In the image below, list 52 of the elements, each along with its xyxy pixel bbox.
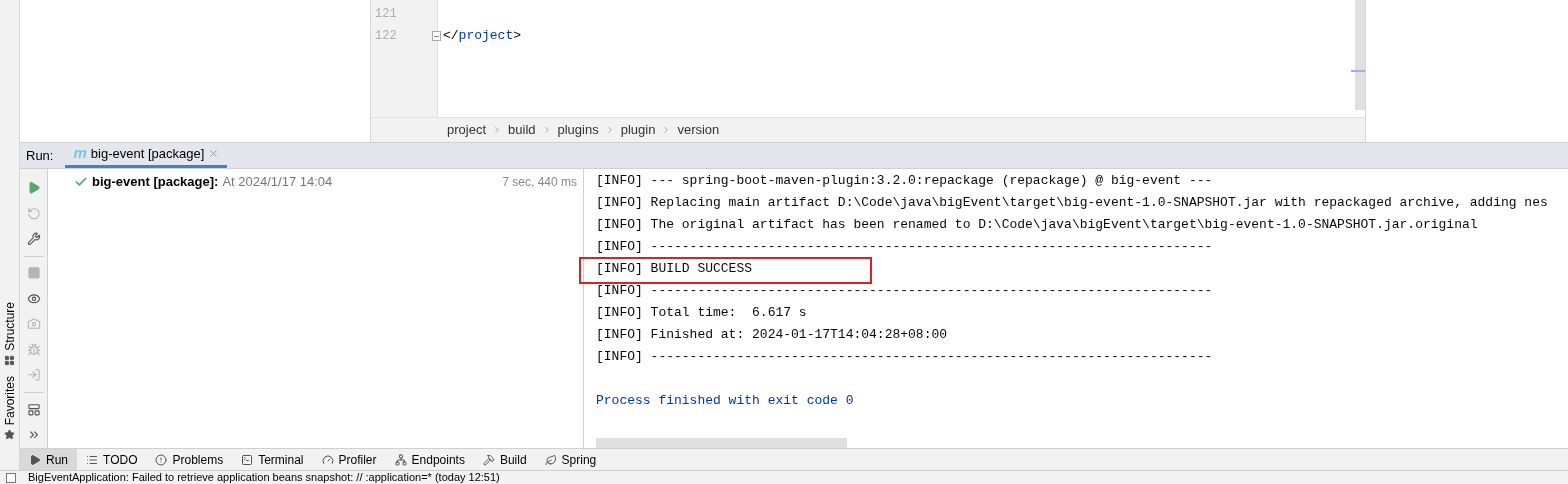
tool-window-button[interactable]: Build [473, 448, 536, 471]
layout-icon[interactable] [26, 402, 41, 417]
console-line: [INFO] BUILD SUCCESS [596, 260, 753, 279]
console-line: [INFO] ------------------------------------------------------------------------ [596, 282, 1213, 301]
breadcrumb[interactable]: build [508, 120, 536, 140]
run-duration: 7 sec, 440 ms [502, 174, 577, 191]
breadcrumb[interactable]: project [447, 120, 487, 140]
hammer-icon [482, 453, 495, 466]
play-icon [29, 453, 41, 466]
breadcrumb[interactable]: plugin [620, 120, 656, 140]
console-line: [INFO] Finished at: 2024-01-17T14:04:28+08:00 [596, 326, 948, 345]
run-timestamp: At 2024/1/17 14:04 [222, 173, 333, 192]
console-line: [INFO] Total time: 6.617 s [596, 304, 807, 323]
gauge-icon [321, 453, 334, 466]
structure-icon [4, 354, 15, 366]
wrench-icon[interactable] [26, 232, 41, 246]
breadcrumb[interactable]: plugins [557, 120, 599, 140]
console-line: [INFO] Replacing main artifact D:\Code\java\bigEvent\target\big-event-1.0-SNAPSHOT.jar with repackaged archive, adding nes [596, 194, 1548, 213]
side-tool-tab[interactable]: Favorites [2, 375, 17, 425]
tool-window-button[interactable]: Spring [535, 448, 606, 471]
console-line: [INFO] ------------------------------------------------------------------------ [596, 348, 1213, 367]
terminal-icon [241, 453, 254, 466]
list-icon [86, 453, 98, 466]
side-tool-tab[interactable]: Structure [2, 301, 17, 351]
alert-icon [155, 453, 168, 466]
tool-window-button[interactable]: Problems [146, 448, 233, 471]
console-line: [INFO] ------------------------------------------------------------------------ [596, 238, 1213, 257]
console-line: [INFO] --- spring-boot-maven-plugin:3.2.0:repackage (repackage) @ big-event --- [596, 172, 1213, 191]
breadcrumb[interactable]: version [677, 120, 720, 140]
tool-window-button[interactable]: TODO [77, 448, 147, 471]
network-icon [394, 453, 407, 466]
status-message: BigEventApplication: Failed to retrieve application beans snapshot: // :application=* (today 12:51) [28, 471, 500, 484]
tool-window-button[interactable]: Run [20, 448, 77, 471]
tool-window-button[interactable]: Profiler [312, 448, 386, 471]
error-stripe-mark [1351, 70, 1365, 72]
console-line: [INFO] The original artifact has been renamed to D:\Code\java\bigEvent\target\big-event-1.0-SNAPSHOT.jar.original [596, 216, 1478, 235]
code-line: </project> [443, 27, 522, 46]
eye-icon[interactable] [26, 291, 41, 306]
fold-icon[interactable] [432, 31, 441, 41]
line-number: 122 [375, 28, 397, 45]
checkbox-icon [6, 472, 16, 483]
run-label: Run: [26, 146, 54, 165]
run-tree-item[interactable]: big-event [package]: [92, 172, 219, 192]
leaf-icon [544, 453, 557, 466]
close-icon[interactable] [208, 148, 220, 159]
line-number: 121 [375, 6, 397, 23]
tool-window-button[interactable]: Endpoints [385, 448, 474, 471]
exit-message: Process finished with exit code 0 [596, 392, 854, 411]
star-icon [4, 429, 15, 440]
horizontal-scrollbar[interactable] [596, 438, 847, 448]
tool-window-button[interactable]: Terminal [232, 448, 313, 471]
run-icon[interactable] [26, 181, 41, 195]
